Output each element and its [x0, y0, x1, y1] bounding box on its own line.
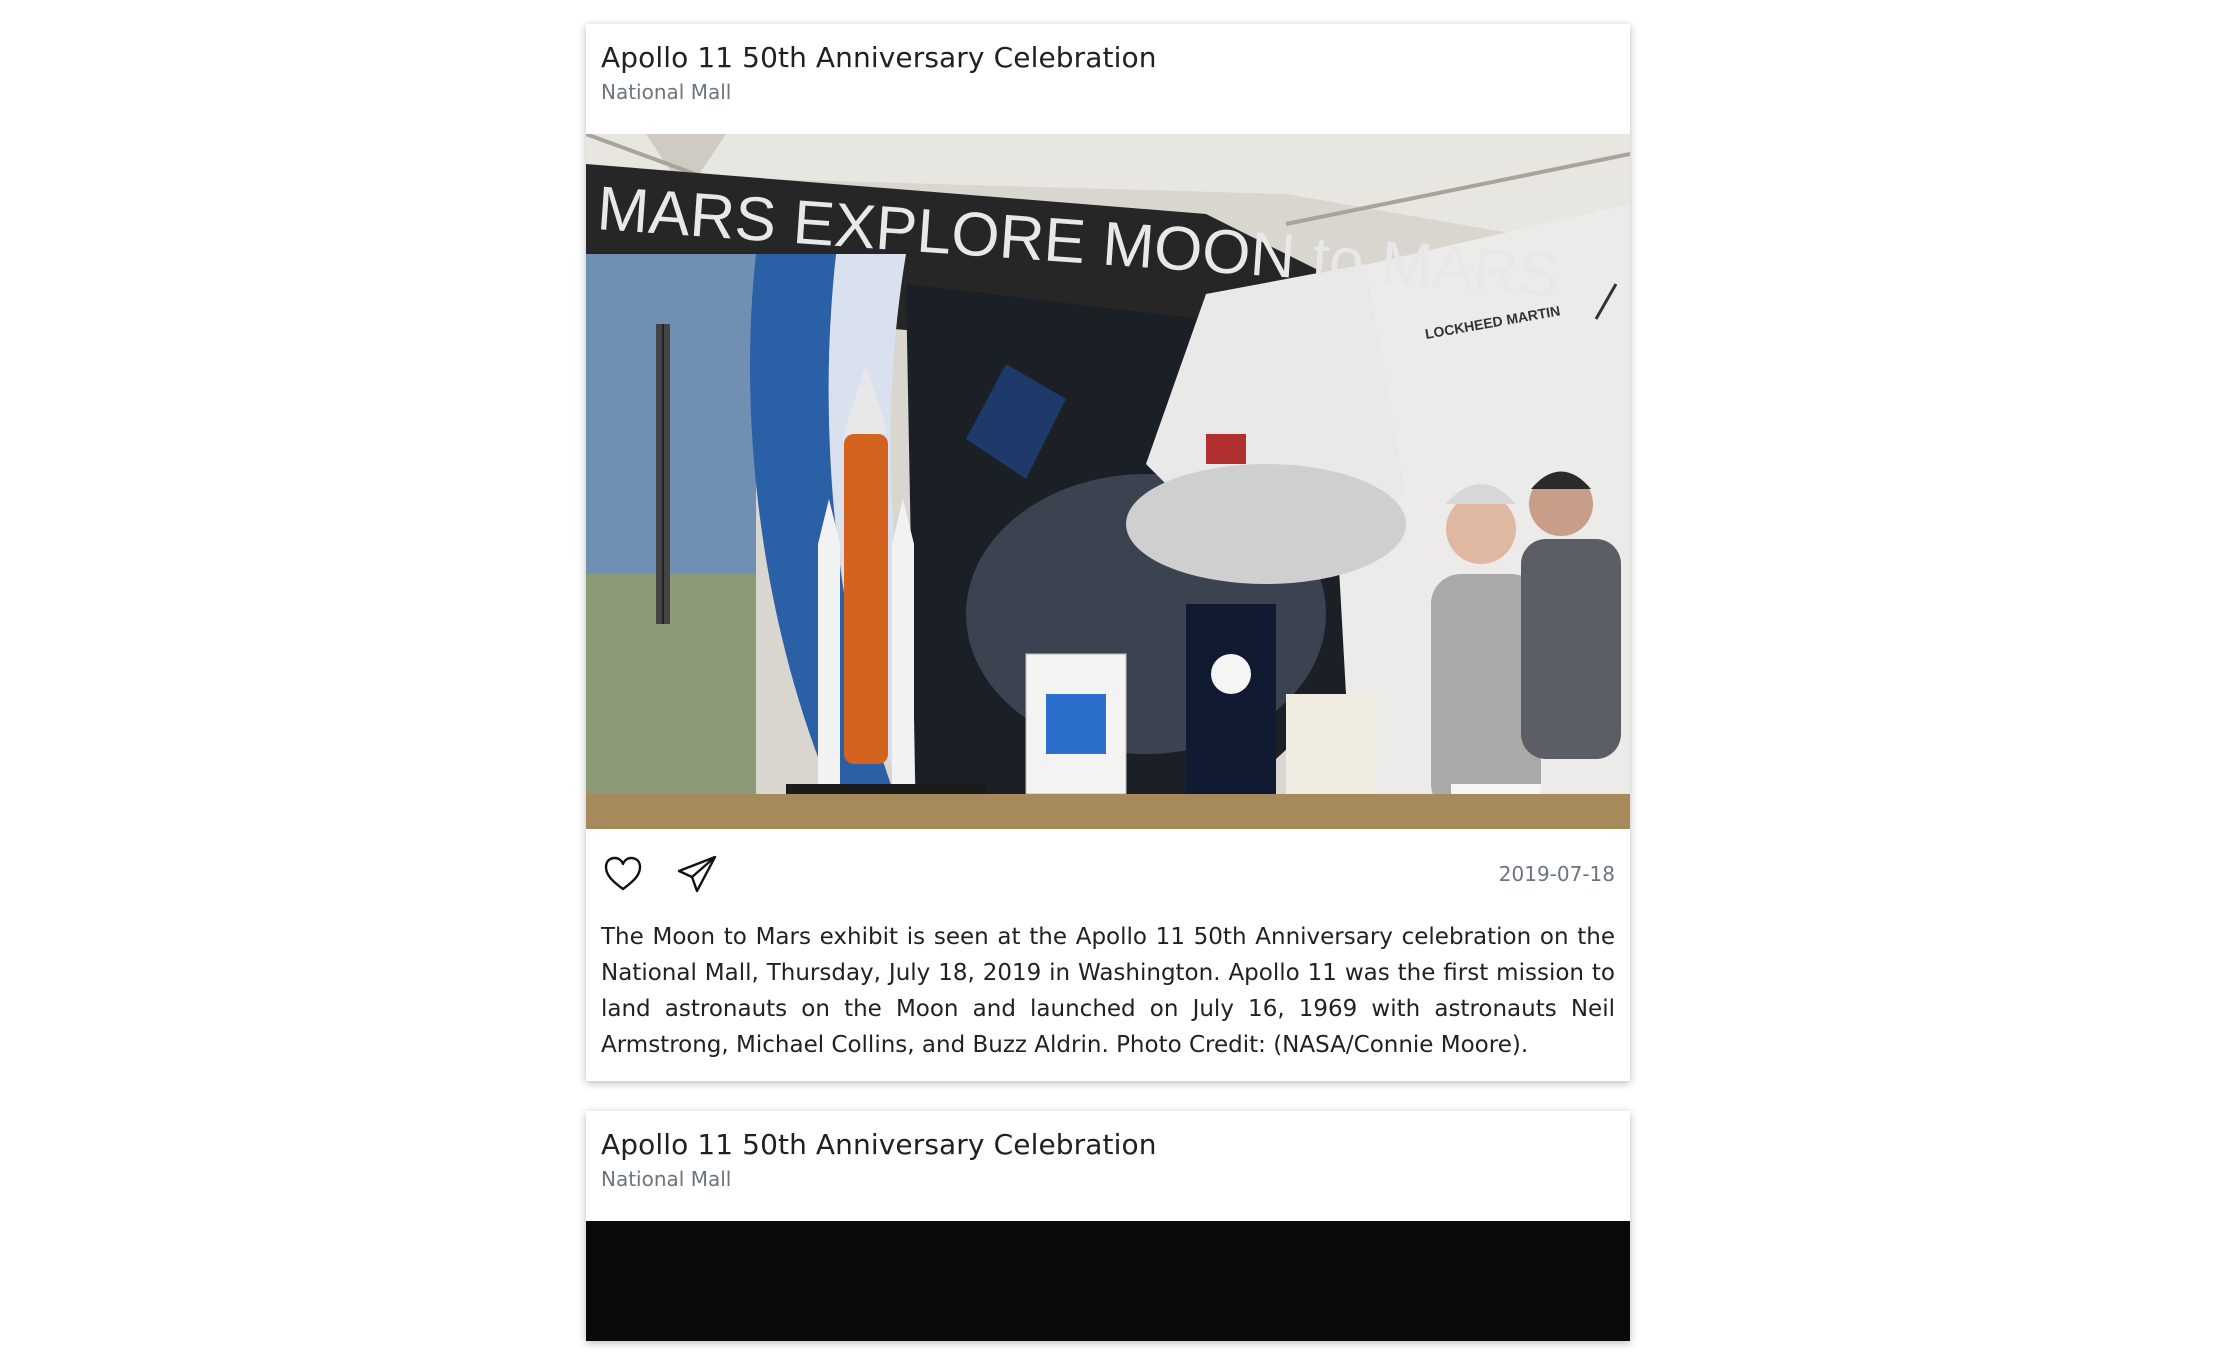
- share-button[interactable]: [675, 852, 719, 896]
- post-title: Apollo 11 50th Anniversary Celebration: [601, 41, 1157, 74]
- post-location: National Mall: [601, 1167, 732, 1191]
- post-feed: Apollo 11 50th Anniversary Celebration N…: [586, 24, 1630, 1371]
- post-location: National Mall: [601, 80, 732, 104]
- post-header: Apollo 11 50th Anniversary Celebration N…: [586, 1111, 1630, 1221]
- heart-icon: [604, 856, 642, 891]
- post-title: Apollo 11 50th Anniversary Celebration: [601, 1128, 1157, 1161]
- post-photo[interactable]: [586, 1221, 1630, 1341]
- post-actions: 2019-07-18: [586, 829, 1630, 919]
- post-card: Apollo 11 50th Anniversary Celebration N…: [586, 24, 1630, 1081]
- post-card: Apollo 11 50th Anniversary Celebration N…: [586, 1111, 1630, 1341]
- post-header: Apollo 11 50th Anniversary Celebration N…: [586, 24, 1630, 134]
- like-button[interactable]: [601, 852, 645, 896]
- exhibit-photo-illustration: MARS EXPLORE MOON to MARS LOCKHEED MARTI…: [586, 134, 1630, 829]
- send-icon: [677, 855, 717, 893]
- post-caption: The Moon to Mars exhibit is seen at the …: [601, 924, 1615, 1058]
- post-photo[interactable]: MARS EXPLORE MOON to MARS LOCKHEED MARTI…: [586, 134, 1630, 829]
- post-date: 2019-07-18: [1498, 862, 1615, 886]
